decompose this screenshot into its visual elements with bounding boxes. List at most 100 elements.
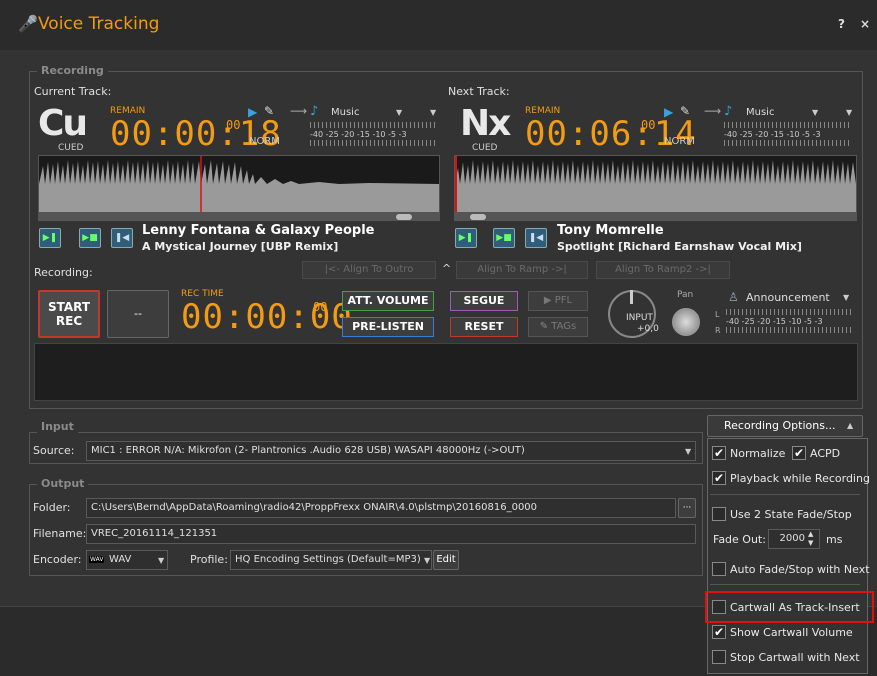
current-rewind-button[interactable]: ❚◀ <box>111 228 133 248</box>
auto-fade-checkbox[interactable] <box>712 562 726 576</box>
arrow-right-icon: ⟶ <box>290 104 308 118</box>
acpd-checkbox[interactable]: ✔ <box>792 446 806 460</box>
skip-back-icon: ❚◀ <box>114 233 130 243</box>
start-rec-button[interactable]: START REC <box>38 290 100 338</box>
rec-time-frac: 00 <box>313 300 328 314</box>
next-cued: CUED <box>472 143 498 153</box>
next-play-pause-button[interactable]: ▶❚ <box>455 228 477 248</box>
next-play-mode-icon[interactable]: ▶ <box>664 105 673 119</box>
next-play-pause-icon: ▶❚ <box>458 233 474 243</box>
next-source-dropdown-icon[interactable]: ▼ <box>812 108 818 117</box>
current-meter-bar-top <box>310 122 436 128</box>
current-scroll-thumb[interactable] <box>396 214 412 220</box>
two-state-checkbox[interactable] <box>712 507 726 521</box>
current-artist: Lenny Fontana & Galaxy People <box>142 223 375 238</box>
acpd-label: ACPD <box>810 447 841 460</box>
recording-label: Recording: <box>34 266 93 279</box>
next-scroll-thumb[interactable] <box>470 214 486 220</box>
cartwall-insert-checkbox[interactable] <box>712 600 726 614</box>
browse-button[interactable]: ··· <box>678 498 696 518</box>
current-source[interactable]: Music <box>331 107 359 118</box>
cartwall-insert-label: Cartwall As Track-Insert <box>730 601 860 614</box>
next-source[interactable]: Music <box>746 107 774 118</box>
next-edit-pen-icon[interactable]: ✎ <box>680 104 690 118</box>
encoder-label: Encoder: <box>33 553 82 566</box>
next-music-note-icon: ♪ <box>724 104 733 119</box>
recording-options-button[interactable]: Recording Options... <box>707 415 863 437</box>
close-button[interactable]: × <box>860 17 870 31</box>
encoder-dropdown-icon[interactable]: ▼ <box>158 556 164 565</box>
play-mode-icon[interactable]: ▶ <box>248 105 257 119</box>
collapse-caret[interactable]: ^ <box>442 262 451 275</box>
current-track-label: Current Track: <box>34 85 112 98</box>
current-source-dropdown-icon[interactable]: ▼ <box>396 108 402 117</box>
wav-icon: WAV <box>89 556 105 563</box>
next-scrollbar[interactable] <box>454 213 857 221</box>
playback-checkbox[interactable]: ✔ <box>712 471 726 485</box>
current-menu-dropdown-icon[interactable]: ▼ <box>430 108 436 117</box>
current-waveform[interactable] <box>38 155 440 213</box>
normalize-checkbox[interactable]: ✔ <box>712 446 726 460</box>
show-cartwall-checkbox[interactable]: ✔ <box>712 625 726 639</box>
align-ramp-button[interactable]: Align To Ramp ->| <box>456 261 588 279</box>
play-icon: ▶ <box>543 295 552 306</box>
current-scrollbar[interactable] <box>38 213 440 221</box>
current-norm: NORM <box>249 136 280 147</box>
reset-button[interactable]: RESET <box>450 317 518 337</box>
play-stop-icon: ▶■ <box>82 233 98 243</box>
source-select[interactable]: MIC1 : ERROR N/A: Mikrofon (2- Plantroni… <box>86 441 696 461</box>
pre-listen-button[interactable]: PRE-LISTEN <box>342 317 434 337</box>
current-meter-bar-bottom <box>310 140 436 146</box>
announce-meter-scale: -40 -25 -20 -15 -10 -5 -3 <box>726 317 823 326</box>
profile-select[interactable]: HQ Encoding Settings (Default=MP3) <box>230 550 432 570</box>
meter-l-label: L <box>715 310 720 319</box>
recording-group-title: Recording <box>37 64 108 77</box>
recording-options-label: Recording Options... <box>724 419 836 432</box>
source-label: Source: <box>33 444 75 457</box>
help-button[interactable]: ? <box>838 17 845 31</box>
tags-label: TAGs <box>551 321 577 332</box>
announcement-select[interactable]: Announcement <box>746 291 830 304</box>
next-menu-dropdown-icon[interactable]: ▼ <box>846 108 852 117</box>
next-play-stop-button[interactable]: ▶■ <box>493 228 515 248</box>
filename-field[interactable]: VREC_20161114_121351 <box>86 524 696 544</box>
source-dropdown-icon[interactable]: ▼ <box>685 447 691 456</box>
input-group-title: Input <box>37 420 78 433</box>
meter-r-label: R <box>715 326 721 335</box>
tags-button[interactable]: ✎ TAGs <box>528 317 588 337</box>
pfl-button[interactable]: ▶ PFL <box>528 291 588 311</box>
next-rewind-button[interactable]: ❚◀ <box>525 228 547 248</box>
input-knob-indicator <box>630 290 633 304</box>
folder-field[interactable]: C:\Users\Bernd\AppData\Roaming\radio42\P… <box>86 498 676 518</box>
music-note-icon: ♪ <box>310 104 319 119</box>
next-remain-frac: 00 <box>641 118 656 132</box>
current-song: A Mystical Journey [UBP Remix] <box>142 240 339 253</box>
align-outro-button[interactable]: |<- Align To Outro <box>302 261 436 279</box>
stop-cartwall-checkbox[interactable] <box>712 650 726 664</box>
tag-pen-icon: ✎ <box>539 321 549 332</box>
auto-fade-label: Auto Fade/Stop with Next <box>730 563 870 576</box>
segue-button[interactable]: SEGUE <box>450 291 518 311</box>
fade-out-label: Fade Out: <box>713 533 766 546</box>
secondary-rec-button[interactable]: -- <box>107 290 169 338</box>
current-play-pause-button[interactable]: ▶❚ <box>39 228 61 248</box>
menu-separator-2 <box>710 584 860 585</box>
att-volume-button[interactable]: ATT. VOLUME <box>342 291 434 311</box>
fade-out-stepper-icon[interactable]: ▲ ▼ <box>808 530 813 548</box>
recording-waveform[interactable] <box>34 343 858 401</box>
fade-out-unit: ms <box>826 533 843 546</box>
announcement-dropdown-icon[interactable]: ▼ <box>843 293 849 302</box>
current-play-stop-button[interactable]: ▶■ <box>79 228 101 248</box>
announce-meter-top <box>726 309 852 315</box>
next-arrow-right-icon: ⟶ <box>704 104 722 118</box>
edit-profile-button[interactable]: Edit <box>433 550 459 570</box>
align-ramp2-button[interactable]: Align To Ramp2 ->| <box>596 261 730 279</box>
next-waveform[interactable] <box>454 155 857 213</box>
next-meter-bar-bottom <box>724 140 850 146</box>
profile-dropdown-icon[interactable]: ▼ <box>424 556 430 565</box>
recording-options-caret-icon[interactable]: ▲ <box>847 421 853 430</box>
play-pause-icon: ▶❚ <box>42 233 58 243</box>
start-rec-line2: REC <box>55 314 83 328</box>
edit-pen-icon[interactable]: ✎ <box>264 104 274 118</box>
pan-knob[interactable] <box>672 308 700 336</box>
